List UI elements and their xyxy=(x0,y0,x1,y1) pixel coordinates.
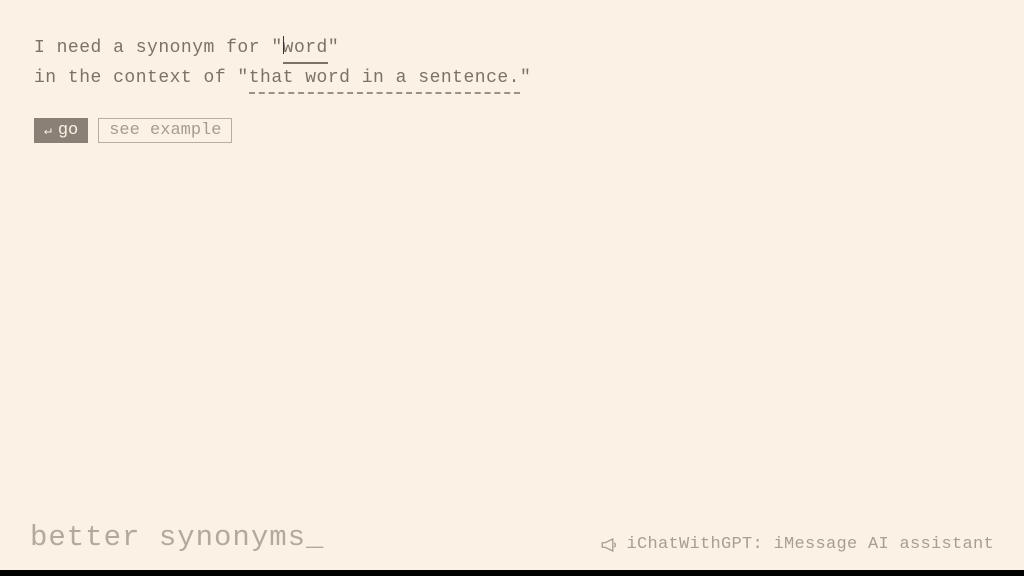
go-button-label: go xyxy=(58,121,78,140)
word-input[interactable]: word xyxy=(283,34,328,64)
site-title-text: better synonyms xyxy=(30,521,306,554)
promo-link[interactable]: iChatWithGPT: iMessage AI assistant xyxy=(600,535,994,554)
go-button[interactable]: ↵ go xyxy=(34,118,88,143)
prompt-line-1: I need a synonym for "word" xyxy=(34,34,990,64)
prompt-prefix-1: I need a synonym for " xyxy=(34,38,283,58)
prompt-suffix-1: " xyxy=(328,38,339,58)
title-cursor: _ xyxy=(306,521,324,554)
prompt-suffix-2: " xyxy=(520,68,531,88)
promo-text: iChatWithGPT: iMessage AI assistant xyxy=(626,535,994,554)
enter-icon: ↵ xyxy=(44,124,52,137)
bottom-bar xyxy=(0,570,1024,576)
prompt-prefix-2: in the context of " xyxy=(34,68,249,88)
see-example-button[interactable]: see example xyxy=(98,118,232,143)
megaphone-icon xyxy=(600,538,618,552)
site-title: better synonyms_ xyxy=(30,521,324,554)
context-input[interactable]: that word in a sentence. xyxy=(249,64,520,94)
prompt-line-2: in the context of "that word in a senten… xyxy=(34,64,990,94)
